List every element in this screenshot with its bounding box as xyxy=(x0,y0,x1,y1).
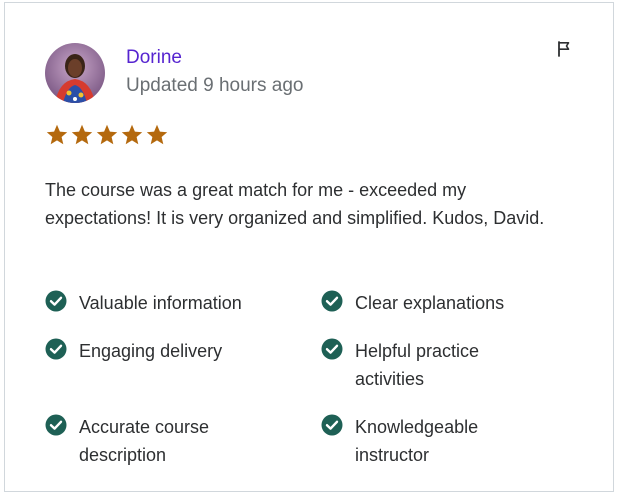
feature-item: Engaging delivery xyxy=(45,337,249,365)
feature-label: Valuable information xyxy=(79,293,242,313)
check-circle-icon xyxy=(321,290,343,312)
feature-label: Engaging delivery xyxy=(79,341,223,361)
check-circle-icon xyxy=(321,338,343,360)
feature-item: Accurate course description xyxy=(45,413,249,469)
feature-item: Helpful practice activities xyxy=(321,337,525,393)
feature-label: Knowledgeable instructor xyxy=(355,417,479,465)
reviewer-name: Dorine xyxy=(126,47,182,68)
flag-icon[interactable] xyxy=(556,40,574,58)
star-icon xyxy=(96,124,118,145)
check-circle-icon xyxy=(45,414,67,436)
feature-item: Clear explanations xyxy=(321,289,555,317)
feature-label: Accurate course description xyxy=(79,417,210,465)
avatar xyxy=(45,43,105,103)
review-card: Dorine Updated 9 hours ago The course wa… xyxy=(4,2,614,492)
check-circle-icon xyxy=(45,338,67,360)
feature-item: Valuable information xyxy=(45,289,279,317)
check-circle-icon xyxy=(45,290,67,312)
review-timestamp: Updated 9 hours ago xyxy=(126,75,304,96)
star-rating xyxy=(45,123,169,147)
feature-label: Clear explanations xyxy=(355,293,505,313)
star-icon xyxy=(146,124,168,145)
star-icon xyxy=(121,124,143,145)
star-icon xyxy=(46,124,68,145)
feature-label: Helpful practice activities xyxy=(355,341,480,389)
star-icon xyxy=(71,124,93,145)
check-circle-icon xyxy=(321,414,343,436)
feature-item: Knowledgeable instructor xyxy=(321,413,525,469)
review-text: The course was a great match for me - ex… xyxy=(45,180,545,228)
